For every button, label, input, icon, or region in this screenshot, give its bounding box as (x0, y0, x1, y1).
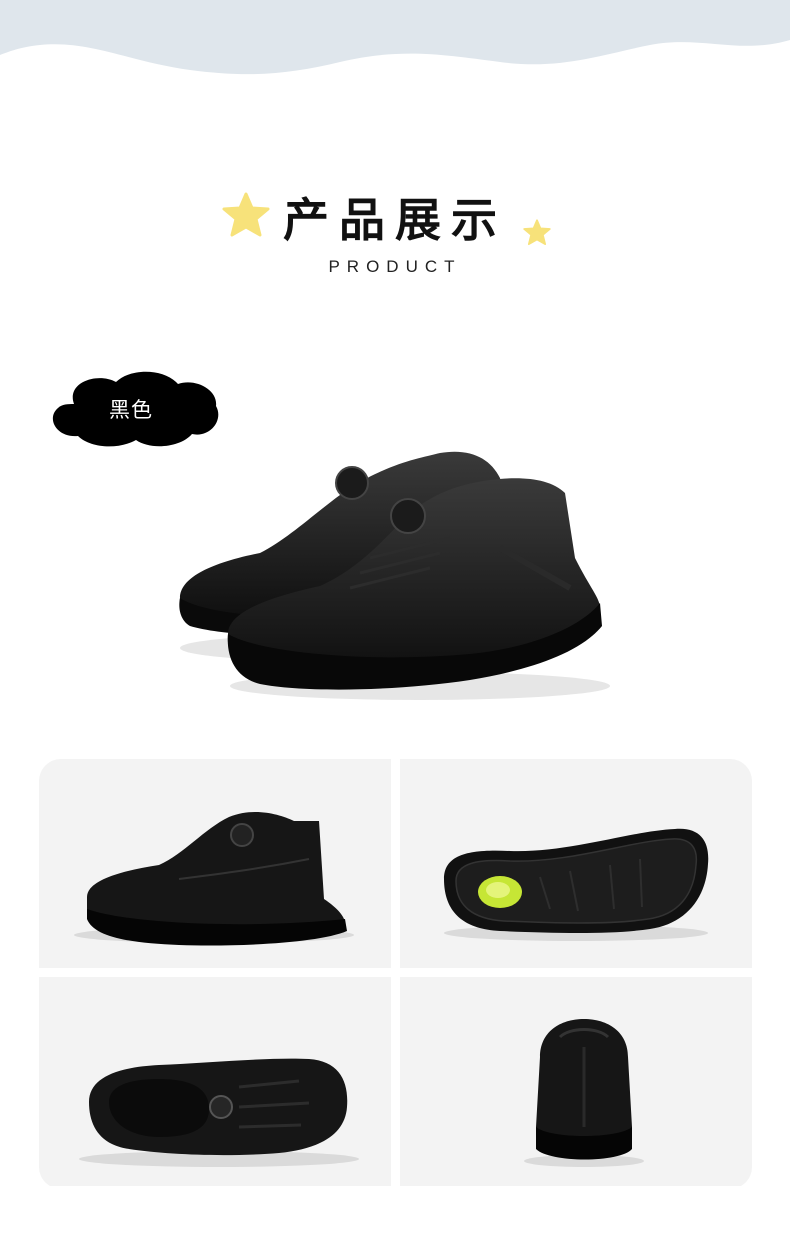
shoe-sole-view-icon (444, 828, 709, 941)
view-back-panel (400, 977, 752, 1186)
view-top-panel (39, 977, 391, 1186)
page-title: 产品展示 (283, 193, 507, 247)
page-subtitle: PRODUCT (328, 257, 462, 276)
shoe-side-view-icon (74, 812, 354, 946)
top-wave-decoration (0, 0, 790, 75)
view-side-panel (39, 759, 391, 968)
shoe-back-view-icon (524, 1019, 644, 1167)
shoe-top-view-icon (79, 1058, 359, 1167)
product-views-grid (39, 759, 752, 1189)
color-tag-label: 黑色 (109, 398, 153, 422)
view-sole-panel (400, 759, 752, 968)
hero-shoes-image (179, 451, 610, 700)
